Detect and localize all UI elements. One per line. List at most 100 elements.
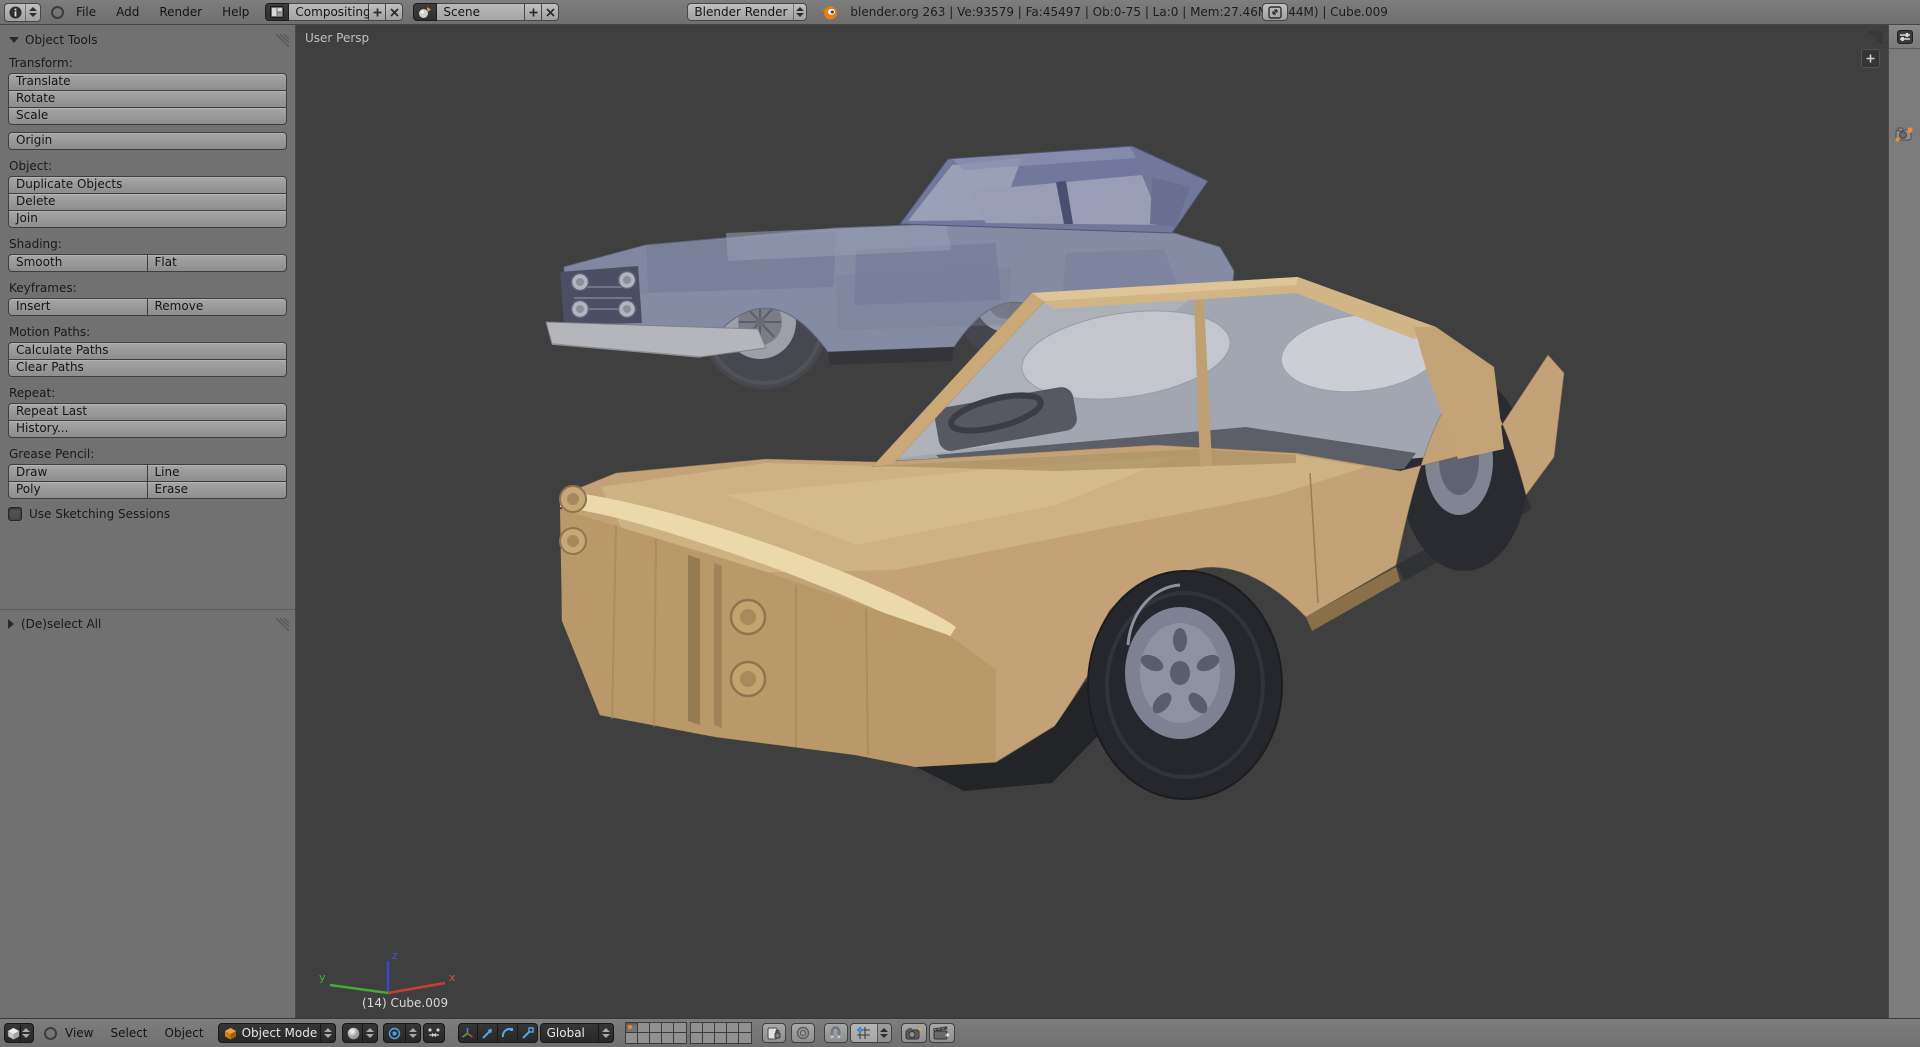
render-tab[interactable] [1894,125,1915,146]
add-scene-button[interactable] [525,3,543,21]
chevron-updown-icon [25,3,40,21]
button-group: Translate Rotate Scale [8,73,287,125]
add-screen-layout-button[interactable] [369,3,387,21]
scale-manipulator-button[interactable] [517,1023,538,1043]
button-group: Draw Line Poly Erase [8,464,287,499]
delete-screen-layout-button[interactable] [386,3,404,21]
rotate-arc-icon [501,1027,513,1037]
editor-type-selector[interactable] [4,2,41,22]
tool-button-history[interactable]: History... [8,420,287,438]
menu-object[interactable]: Object [165,1026,204,1040]
section-label: Repeat: [9,386,56,400]
menu-render[interactable]: Render [159,5,202,19]
panel-drag-grip-icon[interactable] [274,32,290,48]
tool-button-duplicate-objects[interactable]: Duplicate Objects [8,176,287,194]
blender-logo [821,4,838,21]
clapperboard-icon [933,1026,950,1040]
tool-button-origin[interactable]: Origin [8,132,287,150]
scale-icon [521,1026,534,1039]
menu-view[interactable]: View [65,1026,93,1040]
deselect-all-panel-header[interactable]: (De)select All [8,617,288,631]
render-engine-value: Blender Render [694,5,788,19]
translate-manipulator-button[interactable] [477,1023,498,1043]
mode-selector[interactable]: Object Mode [217,1023,336,1043]
snap-toggle[interactable] [823,1023,848,1043]
tool-button-calculate-paths[interactable]: Calculate Paths [8,342,287,360]
proportional-edit-toggle[interactable] [790,1023,815,1043]
screen-layout-icon[interactable] [265,3,290,21]
render-engine-selector[interactable]: Blender Render [687,3,808,21]
lock-to-scene-toggle[interactable] [761,1023,786,1043]
scene-selector: Scene [413,3,560,21]
sketching-sessions-row: Use Sketching Sessions [8,507,287,521]
tool-button-insert[interactable]: Insert [8,298,148,316]
transform-orientation-selector[interactable]: Global [539,1023,614,1043]
menu-file[interactable]: File [76,5,96,19]
render-camera-icon [1895,127,1913,142]
menu-add[interactable]: Add [116,5,139,19]
snap-element-selector[interactable] [849,1023,892,1043]
magnet-icon [830,1026,841,1038]
tool-button-repeat-last[interactable]: Repeat Last [8,403,287,421]
chevron-updown-icon [597,1024,613,1042]
viewport-shading-selector[interactable] [341,1023,378,1043]
menu-select[interactable]: Select [110,1026,147,1040]
scene-name[interactable]: Scene [437,3,526,21]
rotate-manipulator-button[interactable] [497,1023,518,1043]
screen-layout-selector: Compositing [265,3,404,21]
tool-button-clear-paths[interactable]: Clear Paths [8,359,287,377]
pivot-point-selector[interactable] [382,1023,421,1043]
scene-icon[interactable] [413,3,438,21]
collapse-menus-toggle[interactable] [51,5,64,19]
manipulator-group [457,1023,538,1043]
viewport-menubar: View Select Object [65,1026,204,1040]
chevron-updown-icon [361,1024,377,1042]
collapse-menus-toggle[interactable] [44,1026,57,1040]
layer-toggle[interactable] [672,1032,687,1044]
blender-window: File Add Render Help Compositing Scene B… [0,0,1920,1047]
viewport-3d-editor-icon [7,1027,20,1040]
tool-button-draw[interactable]: Draw [8,464,148,482]
duplicate-window-button[interactable] [1262,3,1288,21]
tool-button-scale[interactable]: Scale [8,107,287,125]
layer-group-2 [689,1022,752,1044]
opengl-render-animation-button[interactable] [928,1023,955,1043]
screen-layout-name[interactable]: Compositing [289,3,371,21]
info-header: File Add Render Help Compositing Scene B… [0,0,1920,25]
tool-button-delete[interactable]: Delete [8,193,287,211]
section-label: Keyframes: [9,281,77,295]
button-group: Origin [8,132,287,150]
use-sketching-sessions-checkbox[interactable] [8,507,22,521]
button-group: Smooth Flat [8,254,287,272]
delete-scene-button[interactable] [542,3,560,21]
manipulator-toggle-button[interactable] [457,1023,478,1043]
panel-divider [0,609,295,610]
manipulate-center-points-toggle[interactable] [422,1023,445,1043]
properties-editor-header[interactable] [1889,25,1920,49]
mode-value: Object Mode [241,1026,318,1040]
tool-button-flat[interactable]: Flat [146,254,287,272]
editor-type-selector[interactable] [4,1023,34,1043]
tool-button-translate[interactable]: Translate [8,73,287,91]
main-menubar: File Add Render Help [76,5,249,19]
tool-button-erase[interactable]: Erase [146,481,287,499]
button-group: Duplicate Objects Delete Join [8,176,287,228]
panel-drag-grip-icon[interactable] [274,616,290,632]
object-mode-icon [224,1027,236,1039]
viewport-3d[interactable]: User Persp (14) Cube.009 z x y [296,25,1888,1018]
tool-button-line[interactable]: Line [146,464,287,482]
axis-z-label: z [392,949,398,962]
layer-toggle[interactable] [737,1032,752,1044]
tool-button-remove[interactable]: Remove [146,298,287,316]
opengl-render-image-button[interactable] [900,1023,927,1043]
tool-button-rotate[interactable]: Rotate [8,90,287,108]
region-corner-grip-icon[interactable] [1868,29,1884,45]
properties-editor-strip[interactable] [1888,25,1920,1018]
tool-button-poly[interactable]: Poly [8,481,148,499]
tool-button-smooth[interactable]: Smooth [8,254,148,272]
tool-button-join[interactable]: Join [8,210,287,228]
object-tools-panel-header[interactable]: Object Tools [9,33,287,47]
menu-help[interactable]: Help [222,5,249,19]
button-group: Calculate Paths Clear Paths [8,342,287,377]
open-properties-region-button[interactable] [1861,49,1880,68]
